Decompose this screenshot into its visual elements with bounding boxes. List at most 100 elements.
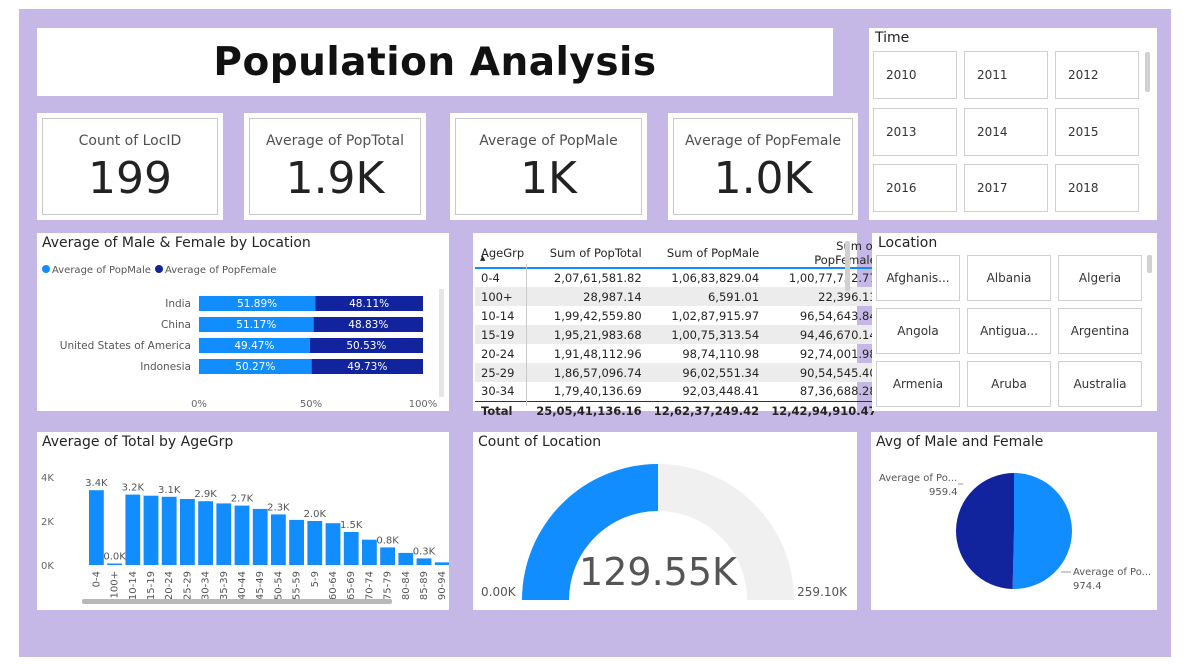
location-tile-angola[interactable]: Angola [876, 308, 960, 354]
data-label: 1.5K [340, 520, 363, 531]
x-tick-label: 45-49 [255, 571, 266, 600]
location-tile-antigua[interactable]: Antigua... [967, 308, 1051, 354]
location-slicer-scrollbar[interactable] [1147, 255, 1152, 273]
x-tick-label: 100% [409, 399, 438, 410]
pie-label-male-value: 974.4 [1073, 581, 1102, 592]
table-row[interactable]: 25-29 1,86,57,096.74 96,02,551.34 90,54,545… [475, 363, 883, 382]
column-bar[interactable] [362, 539, 377, 565]
x-tick-label: 40-44 [237, 571, 248, 600]
y-tick-label: 4K [41, 473, 54, 484]
x-tick-label: 85-89 [419, 571, 430, 600]
matrix-scrollbar[interactable] [845, 241, 850, 291]
sort-arrow-icon[interactable]: ▲ [480, 254, 485, 262]
data-label: 2.9K [194, 489, 217, 500]
card-avg-poptotal[interactable]: Average of PopTotal 1.9K [244, 113, 426, 220]
count-of-location-gauge: Count of Location 129.55K 0.00K 259.10K [473, 432, 857, 610]
column-bar[interactable] [271, 514, 286, 565]
location-tile-algeria[interactable]: Algeria [1058, 255, 1142, 301]
location-tile-australia[interactable]: Australia [1058, 361, 1142, 407]
card-count-locid[interactable]: Count of LocID 199 [37, 113, 223, 220]
card-label: Average of PopTotal [266, 133, 404, 149]
column-bar[interactable] [343, 532, 359, 565]
column-bar[interactable] [89, 490, 104, 565]
time-tile-2011[interactable]: 2011 [964, 51, 1048, 99]
column-bar[interactable] [216, 503, 232, 565]
time-tile-2012[interactable]: 2012 [1055, 51, 1139, 99]
data-label: 0.8K [376, 535, 399, 546]
data-label: 2.7K [231, 494, 254, 505]
card-label: Count of LocID [78, 133, 182, 149]
location-tile-armenia[interactable]: Armenia [876, 361, 960, 407]
data-label: 48.11% [349, 298, 389, 310]
gauge-min-label: 0.00K [481, 585, 517, 599]
column-bar[interactable] [161, 496, 177, 565]
location-tile-afghanistan[interactable]: Afghanis... [876, 255, 960, 301]
card-avg-popmale[interactable]: Average of PopMale 1K [450, 113, 647, 220]
time-tile-2014[interactable]: 2014 [964, 108, 1048, 156]
x-tick-label: 30-34 [201, 571, 212, 600]
time-tile-2016[interactable]: 2016 [873, 164, 957, 212]
matrix-header-popmale[interactable]: Sum of PopMale [647, 239, 766, 269]
x-tick-label: 90-94 [437, 571, 448, 600]
data-label: 48.83% [348, 319, 388, 331]
chart-scrollbar[interactable] [439, 289, 444, 397]
column-bar[interactable] [107, 563, 122, 566]
column-bar[interactable] [325, 523, 341, 565]
x-tick-label: 70-74 [364, 571, 375, 600]
category-label: United States of America [60, 340, 191, 352]
time-slicer-scrollbar[interactable] [1145, 52, 1150, 92]
column-bar[interactable] [180, 499, 195, 565]
pie-label-male-name: Average of Po... [1073, 567, 1151, 578]
data-label: 50.53% [346, 340, 386, 352]
time-tile-2015[interactable]: 2015 [1055, 108, 1139, 156]
card-value: 1K [520, 153, 577, 204]
time-tile-2013[interactable]: 2013 [873, 108, 957, 156]
chart-horizontal-scrollbar[interactable] [82, 599, 392, 604]
column-bar[interactable] [198, 501, 213, 565]
data-label: 0.3K [413, 546, 436, 557]
column-bar[interactable] [125, 494, 141, 565]
x-tick-label: 50% [300, 399, 322, 410]
x-tick-label: 80-84 [401, 571, 412, 600]
table-row[interactable]: 100+ 28,987.14 6,591.01 22,396.13 [475, 287, 883, 306]
table-row[interactable]: 30-34 1,79,40,136.69 92,03,448.41 87,36,688… [475, 382, 883, 401]
location-tile-albania[interactable]: Albania [967, 255, 1051, 301]
x-tick-label: 35-39 [219, 571, 230, 600]
column-bar[interactable] [289, 519, 304, 565]
card-value: 199 [88, 153, 172, 204]
data-label: 49.73% [347, 361, 387, 373]
location-tile-argentina[interactable]: Argentina [1058, 308, 1142, 354]
time-tile-2017[interactable]: 2017 [964, 164, 1048, 212]
y-tick-label: 2K [41, 517, 54, 528]
x-tick-label: 5-9 [310, 571, 321, 587]
total-by-agegrp-chart: Average of Total by AgeGrp 0K 2K 4K 3.4K 0-4… [37, 432, 449, 610]
column-bar[interactable] [434, 562, 449, 565]
column-bar[interactable] [234, 505, 250, 565]
column-bar[interactable] [380, 547, 395, 565]
x-tick-label: 55-59 [292, 571, 303, 600]
time-tile-2010[interactable]: 2010 [873, 51, 957, 99]
pie-label-female-value: 959.4 [929, 487, 958, 498]
gauge-max-label: 259.10K [797, 585, 848, 599]
column-bar[interactable] [416, 558, 432, 565]
time-tile-2018[interactable]: 2018 [1055, 164, 1139, 212]
page-title: Population Analysis [213, 39, 657, 85]
table-row[interactable]: 0-4 2,07,61,581.82 1,06,83,829.04 1,00,77,7… [475, 268, 883, 287]
table-row[interactable]: 20-24 1,91,48,112.96 98,74,110.98 92,74,001… [475, 344, 883, 363]
data-label: 49.47% [234, 340, 274, 352]
table-row[interactable]: 15-19 1,95,21,983.68 1,00,75,313.54 94,46,6… [475, 325, 883, 344]
matrix-header-poptotal[interactable]: Sum of PopTotal [530, 239, 648, 269]
column-bar[interactable] [398, 552, 414, 565]
column-bar[interactable] [143, 495, 159, 565]
matrix-header-agegrp[interactable]: AgeGrp ▲ [475, 239, 531, 269]
location-tile-aruba[interactable]: Aruba [967, 361, 1051, 407]
y-tick-label: 0K [41, 561, 54, 572]
table-row[interactable]: 10-14 1,99,42,559.80 1,02,87,915.97 96,54,6… [475, 306, 883, 325]
column-bar[interactable] [307, 521, 323, 565]
matrix-header-popfemale[interactable]: Sum of PopFemale [765, 239, 883, 269]
pie-slice[interactable] [956, 473, 1014, 589]
category-label: Indonesia [140, 361, 191, 373]
card-avg-popfemale[interactable]: Average of PopFemale 1.0K [668, 113, 858, 220]
data-label: 51.17% [236, 319, 276, 331]
column-bar[interactable] [252, 508, 268, 565]
